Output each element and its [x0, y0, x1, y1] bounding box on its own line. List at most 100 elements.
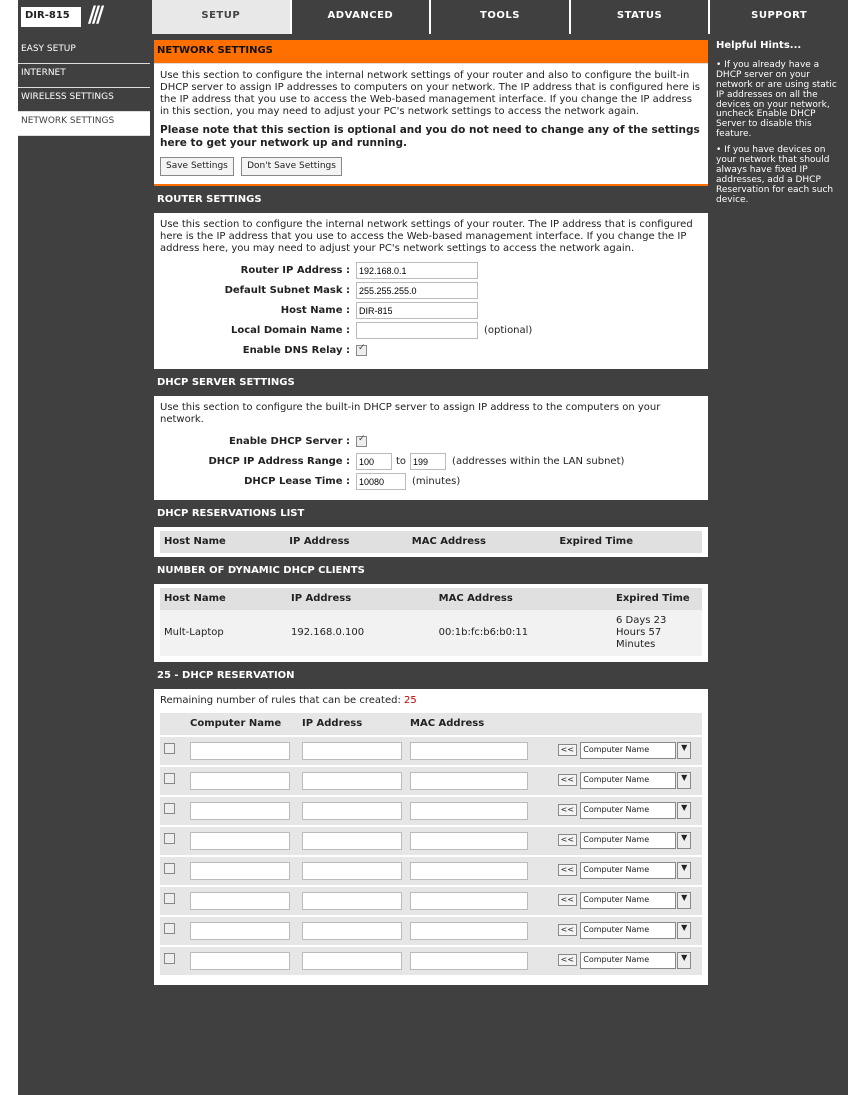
chevron-down-icon[interactable]: ▼: [677, 772, 692, 790]
mac-address-input[interactable]: [410, 951, 528, 970]
ip-address-input[interactable]: [302, 921, 402, 940]
dhcp-clients-title: NUMBER OF DYNAMIC DHCP CLIENTS: [154, 559, 708, 584]
sidebar-item-wireless[interactable]: WIRELESS SETTINGS: [18, 88, 150, 112]
computer-name-select[interactable]: Computer Name ▼: [580, 832, 692, 850]
logo-slash-icon: ///: [88, 3, 104, 28]
copy-button[interactable]: <<: [557, 774, 578, 787]
mac-address-input[interactable]: [410, 891, 528, 910]
mac-address-input[interactable]: [410, 861, 528, 880]
tab-advanced[interactable]: ADVANCED: [289, 0, 430, 34]
ip-address-input[interactable]: [302, 891, 402, 910]
dhcp-clients-section: NUMBER OF DYNAMIC DHCP CLIENTS Host Name…: [154, 559, 708, 662]
chevron-down-icon[interactable]: ▼: [677, 952, 692, 970]
ip-address-input[interactable]: [302, 861, 402, 880]
copy-button[interactable]: <<: [557, 954, 578, 967]
router-settings-title: ROUTER SETTINGS: [154, 188, 708, 213]
optional-label: (optional): [484, 324, 533, 336]
enable-dhcp-checkbox[interactable]: [356, 434, 367, 448]
reservation-table: Computer Name IP Address MAC Address << …: [160, 712, 702, 977]
col-ip-address: IP Address: [286, 587, 435, 610]
computer-name-select[interactable]: Computer Name ▼: [580, 802, 692, 820]
chevron-down-icon[interactable]: ▼: [677, 862, 692, 880]
mac-address-input[interactable]: [410, 921, 528, 940]
save-settings-button[interactable]: Save Settings: [160, 157, 234, 176]
computer-name-select[interactable]: Computer Name ▼: [580, 922, 692, 940]
ip-address-input[interactable]: [302, 771, 402, 790]
copy-button[interactable]: <<: [557, 894, 578, 907]
computer-name-input[interactable]: [190, 741, 290, 760]
sidebar-item-internet[interactable]: INTERNET: [18, 64, 150, 88]
client-expires: 6 Days 23 Hours 57 Minutes: [612, 609, 702, 656]
col-expired-time: Expired Time: [612, 587, 702, 610]
row-checkbox[interactable]: [164, 923, 175, 935]
copy-button[interactable]: <<: [557, 924, 578, 937]
copy-button[interactable]: <<: [557, 744, 578, 757]
top-tabs: SETUP ADVANCED TOOLS STATUS SUPPORT: [152, 0, 848, 34]
table-row: << Computer Name ▼: [160, 915, 702, 947]
network-settings-section: NETWORK SETTINGS Use this section to con…: [154, 40, 708, 186]
client-mac: 00:1b:fc:b6:b0:11: [434, 609, 612, 656]
computer-name-select[interactable]: Computer Name ▼: [580, 892, 692, 910]
subnet-mask-input[interactable]: [356, 282, 478, 300]
col-computer-name: Computer Name: [186, 712, 298, 737]
computer-name-input[interactable]: [190, 861, 290, 880]
row-checkbox[interactable]: [164, 803, 175, 815]
mac-address-input[interactable]: [410, 801, 528, 820]
local-domain-input[interactable]: [356, 322, 478, 340]
chevron-down-icon[interactable]: ▼: [677, 922, 692, 940]
lease-time-input[interactable]: [356, 473, 406, 491]
mac-address-input[interactable]: [410, 741, 528, 760]
tab-support[interactable]: SUPPORT: [708, 0, 848, 34]
reservations-list-title: DHCP RESERVATIONS LIST: [154, 502, 708, 527]
mac-address-input[interactable]: [410, 831, 528, 850]
tab-setup[interactable]: SETUP: [152, 0, 290, 34]
row-checkbox[interactable]: [164, 893, 175, 905]
tab-tools[interactable]: TOOLS: [429, 0, 569, 34]
dhcp-reservation-section: 25 - DHCP RESERVATION Remaining number o…: [154, 664, 708, 985]
dhcp-range-label: DHCP IP Address Range :: [208, 455, 351, 467]
ip-address-input[interactable]: [302, 801, 402, 820]
copy-button[interactable]: <<: [557, 864, 578, 877]
dhcp-desc: Use this section to configure the built-…: [160, 401, 661, 425]
row-checkbox[interactable]: [164, 773, 175, 785]
help-hint-1: • If you already have a DHCP server on y…: [716, 60, 837, 140]
sidebar-item-network[interactable]: NETWORK SETTINGS: [18, 112, 150, 136]
chevron-down-icon[interactable]: ▼: [677, 742, 692, 760]
dhcp-server-title: DHCP SERVER SETTINGS: [154, 371, 708, 396]
dont-save-settings-button[interactable]: Don't Save Settings: [241, 157, 342, 176]
chevron-down-icon[interactable]: ▼: [677, 802, 692, 820]
computer-name-input[interactable]: [190, 771, 290, 790]
reservations-table: Host Name IP Address MAC Address Expired…: [160, 530, 702, 553]
computer-name-input[interactable]: [190, 801, 290, 820]
tab-status[interactable]: STATUS: [568, 0, 709, 34]
reservations-list-section: DHCP RESERVATIONS LIST Host Name IP Addr…: [154, 502, 708, 557]
dns-relay-checkbox[interactable]: [356, 343, 367, 357]
computer-name-select[interactable]: Computer Name ▼: [580, 742, 692, 760]
chevron-down-icon[interactable]: ▼: [677, 832, 692, 850]
computer-name-select[interactable]: Computer Name ▼: [580, 952, 692, 970]
router-ip-input[interactable]: [356, 262, 478, 280]
computer-name-input[interactable]: [190, 951, 290, 970]
copy-button[interactable]: <<: [557, 804, 578, 817]
ip-address-input[interactable]: [302, 951, 402, 970]
ip-address-input[interactable]: [302, 741, 402, 760]
copy-button[interactable]: <<: [557, 834, 578, 847]
computer-name-input[interactable]: [190, 921, 290, 940]
host-name-input[interactable]: [356, 302, 478, 320]
mac-address-input[interactable]: [410, 771, 528, 790]
dhcp-range-start-input[interactable]: [356, 453, 392, 471]
ip-address-input[interactable]: [302, 831, 402, 850]
computer-name-input[interactable]: [190, 831, 290, 850]
computer-name-select[interactable]: Computer Name ▼: [580, 862, 692, 880]
help-title: Helpful Hints...: [716, 40, 802, 51]
dhcp-range-end-input[interactable]: [410, 453, 447, 471]
sidebar-item-easy-setup[interactable]: EASY SETUP: [18, 40, 150, 64]
row-checkbox[interactable]: [164, 743, 175, 755]
chevron-down-icon[interactable]: ▼: [677, 892, 692, 910]
row-checkbox[interactable]: [164, 953, 175, 965]
row-checkbox[interactable]: [164, 833, 175, 845]
computer-name-select[interactable]: Computer Name ▼: [580, 772, 692, 790]
row-checkbox[interactable]: [164, 863, 175, 875]
col-mac-address: MAC Address: [434, 587, 612, 610]
computer-name-input[interactable]: [190, 891, 290, 910]
